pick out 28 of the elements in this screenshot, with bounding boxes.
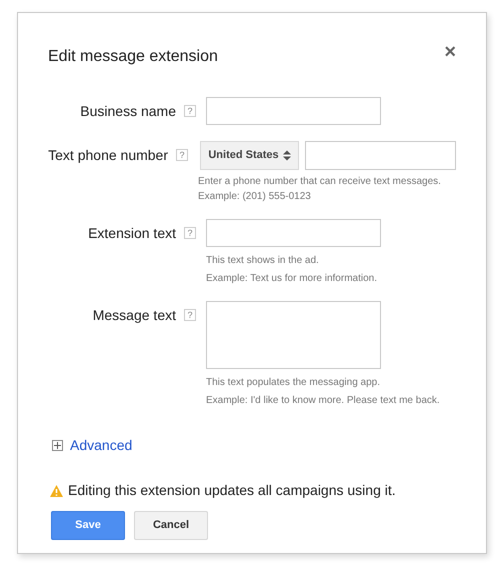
hint-text: Enter a phone number that can receive text messages. [198, 175, 442, 188]
save-button[interactable]: Save [51, 511, 125, 540]
help-icon[interactable]: ? [184, 309, 196, 321]
close-button[interactable]: × [444, 42, 456, 62]
text-input-field[interactable] [206, 219, 381, 247]
help-icon[interactable]: ? [184, 105, 196, 117]
expand-icon[interactable] [52, 440, 63, 451]
hint-text: This text shows in the ad. [206, 254, 320, 267]
advanced-link[interactable]: Advanced [70, 435, 132, 456]
country-select[interactable]: United States [200, 141, 299, 170]
field-label: Extension text [88, 224, 176, 242]
field-label: Business name [80, 102, 176, 120]
dialog-title: Edit message extension [48, 47, 218, 67]
field-label: Text phone number [48, 146, 168, 165]
message-textarea[interactable] [206, 301, 381, 369]
help-icon[interactable]: ? [184, 227, 196, 239]
phone-input-field[interactable] [305, 141, 456, 170]
hint-text: Example: I'd like to know more. Please text me back. [206, 394, 440, 407]
warning-text: Editing this extension updates all campaigns using it. [68, 481, 396, 500]
field-label: Message text [92, 306, 176, 325]
hint-text: Example: (201) 555-0123 [198, 190, 312, 203]
cancel-button[interactable]: Cancel [134, 511, 208, 540]
help-icon[interactable]: ? [176, 149, 188, 161]
hint-text: This text populates the messaging app. [206, 376, 381, 389]
sort-caret-icon [282, 150, 291, 161]
text-input-field[interactable] [206, 97, 381, 125]
hint-text: Example: Text us for more information. [206, 272, 378, 285]
warning-icon [50, 484, 63, 496]
